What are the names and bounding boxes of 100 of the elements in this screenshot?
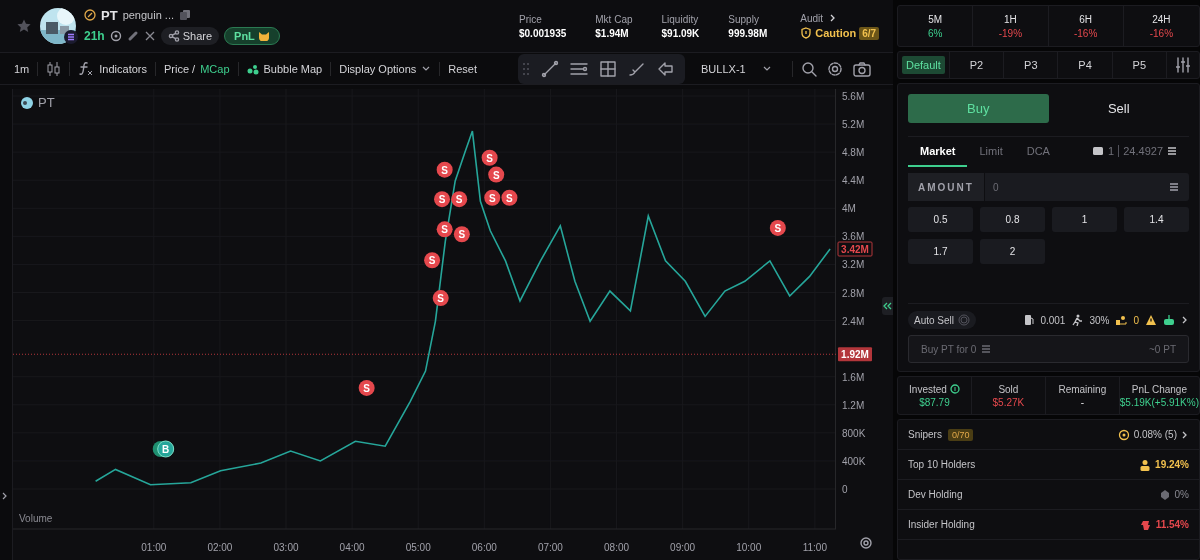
y-axis-label: 2.4M	[842, 315, 865, 327]
indicators-button[interactable]: Indicators	[70, 61, 156, 76]
pnl-button[interactable]: PnL	[224, 26, 280, 45]
quick-amount-button[interactable]: 2	[980, 239, 1045, 264]
price-mcap-toggle[interactable]: Price / MCap	[156, 61, 239, 76]
y-axis-label: 4.8M	[842, 147, 865, 159]
preset-tab[interactable]: P5	[1112, 52, 1167, 78]
annotation: S	[774, 222, 782, 234]
bubbles-icon	[246, 62, 259, 75]
settings-icon[interactable]	[826, 60, 843, 77]
auto-sell-toggle[interactable]: Auto Sell	[908, 311, 977, 329]
stat-value: $1.94M	[595, 27, 630, 39]
holder-value: 0%	[1174, 489, 1189, 500]
preset-tab[interactable]: P4	[1058, 52, 1113, 78]
position-label: Remaining	[1058, 383, 1107, 395]
quick-amount-button[interactable]: 1.7	[908, 239, 973, 264]
stat-value: 999.98M	[728, 27, 768, 39]
x-icon[interactable]	[143, 29, 156, 42]
drag-handle-icon[interactable]	[522, 61, 531, 76]
quick-amount-button[interactable]: 1.4	[1124, 207, 1189, 232]
sell-tab[interactable]: Sell	[1048, 94, 1189, 123]
annotation: S	[506, 192, 514, 204]
stat-label: Mkt Cap	[595, 13, 633, 25]
sliders-icon[interactable]	[1175, 57, 1191, 73]
trade-marker: S	[358, 379, 375, 396]
trade-marker: S	[434, 191, 450, 208]
copy-icon[interactable]	[179, 9, 191, 21]
cat-icon	[257, 30, 270, 41]
trade-marker: S	[424, 252, 441, 269]
annotation: S	[486, 152, 494, 164]
stat-value: $91.09K	[661, 27, 700, 39]
stat-label: Price	[519, 13, 543, 25]
display-options-button[interactable]: Display Options	[331, 61, 441, 76]
order-type-tab[interactable]: Market	[908, 137, 968, 167]
position-value: -	[1080, 396, 1084, 408]
share-icon	[167, 29, 180, 42]
timeframe-label: 6H	[1079, 13, 1092, 25]
warning-icon	[1145, 314, 1157, 326]
zoom-icon[interactable]	[800, 60, 817, 77]
trade-marker: S	[436, 221, 453, 238]
price-tag: 3.42M	[837, 241, 873, 257]
caret-icon	[761, 64, 772, 73]
bubble-map-button[interactable]: Bubble Map	[238, 61, 332, 76]
x-axis-label: 05:00	[405, 542, 431, 553]
trade-marker: S	[488, 166, 505, 183]
wallet-selector[interactable]: 1 24.4927	[1080, 137, 1189, 167]
interval-button[interactable]: 1m	[6, 61, 39, 76]
share-button[interactable]: Share	[160, 26, 220, 45]
collapse-panel-button[interactable]	[882, 297, 893, 315]
double-chevron-icon	[883, 302, 892, 310]
volume-label: Volume	[19, 513, 53, 524]
quick-amount-button[interactable]: 1	[1052, 207, 1117, 232]
menu-icon[interactable]	[1169, 182, 1179, 192]
camera-icon[interactable]	[852, 60, 871, 77]
y-axis-label: 400K	[842, 455, 866, 467]
token-symbol: PT	[101, 7, 118, 23]
chevron-right-icon[interactable]	[1, 491, 9, 501]
stat-label: Liquidity	[661, 13, 700, 25]
layout-dropdown[interactable]: BULLX-1	[695, 61, 778, 76]
walking-icon	[1071, 314, 1084, 326]
amount-input[interactable]: 0	[984, 173, 1169, 201]
annotation: S	[437, 293, 445, 305]
amount-field[interactable]: AMOUNT 0	[908, 173, 1189, 201]
trade-marker: S	[481, 149, 498, 166]
trend-line-icon[interactable]	[541, 59, 560, 78]
preset-tab[interactable]: Default	[902, 56, 945, 74]
x-axis-label: 06:00	[471, 542, 497, 553]
order-type-tab[interactable]: DCA	[1014, 137, 1062, 167]
annotation: S	[428, 255, 436, 267]
preset-tab[interactable]: P2	[949, 52, 1005, 78]
star-icon[interactable]	[16, 18, 32, 34]
timeframe-label: 5M	[928, 13, 943, 25]
quick-amount-button[interactable]: 0.8	[980, 207, 1045, 232]
grid-tool-icon[interactable]	[599, 59, 618, 78]
annotation: S	[441, 224, 449, 236]
y-axis-label: 3.2M	[842, 259, 865, 271]
horizontal-lines-icon[interactable]	[570, 60, 589, 77]
timeframe-label: 1H	[1003, 13, 1017, 25]
y-axis-label: 5.6M	[842, 91, 865, 102]
audit-status: Caution	[815, 27, 857, 39]
preset-tab[interactable]: P3	[1004, 52, 1059, 78]
settings-icon[interactable]	[859, 536, 873, 550]
chevron-right-icon[interactable]	[1181, 429, 1189, 440]
robot-icon[interactable]	[1163, 314, 1175, 326]
change-value: 6%	[927, 27, 943, 39]
quick-amount-button[interactable]: 0.5	[908, 207, 973, 232]
x-axis-label: 09:00	[670, 542, 696, 553]
stat-value: $0.001935	[519, 27, 567, 39]
x-axis-label: 07:00	[537, 542, 563, 553]
chevron-right-icon[interactable]	[1181, 315, 1189, 325]
annotation: S	[458, 229, 466, 241]
annotation: S	[488, 192, 496, 204]
priority-fee: 0.001	[1040, 314, 1066, 326]
holder-value: 0.08% (5)	[1133, 429, 1177, 440]
timeframe-label: 24H	[1152, 13, 1171, 25]
reset-button[interactable]: Reset	[440, 61, 486, 76]
order-type-tab[interactable]: Limit	[967, 137, 1015, 167]
refresh-icon[interactable]	[949, 383, 960, 394]
buy-tab[interactable]: Buy	[908, 94, 1049, 123]
trade-marker: S	[451, 191, 468, 208]
